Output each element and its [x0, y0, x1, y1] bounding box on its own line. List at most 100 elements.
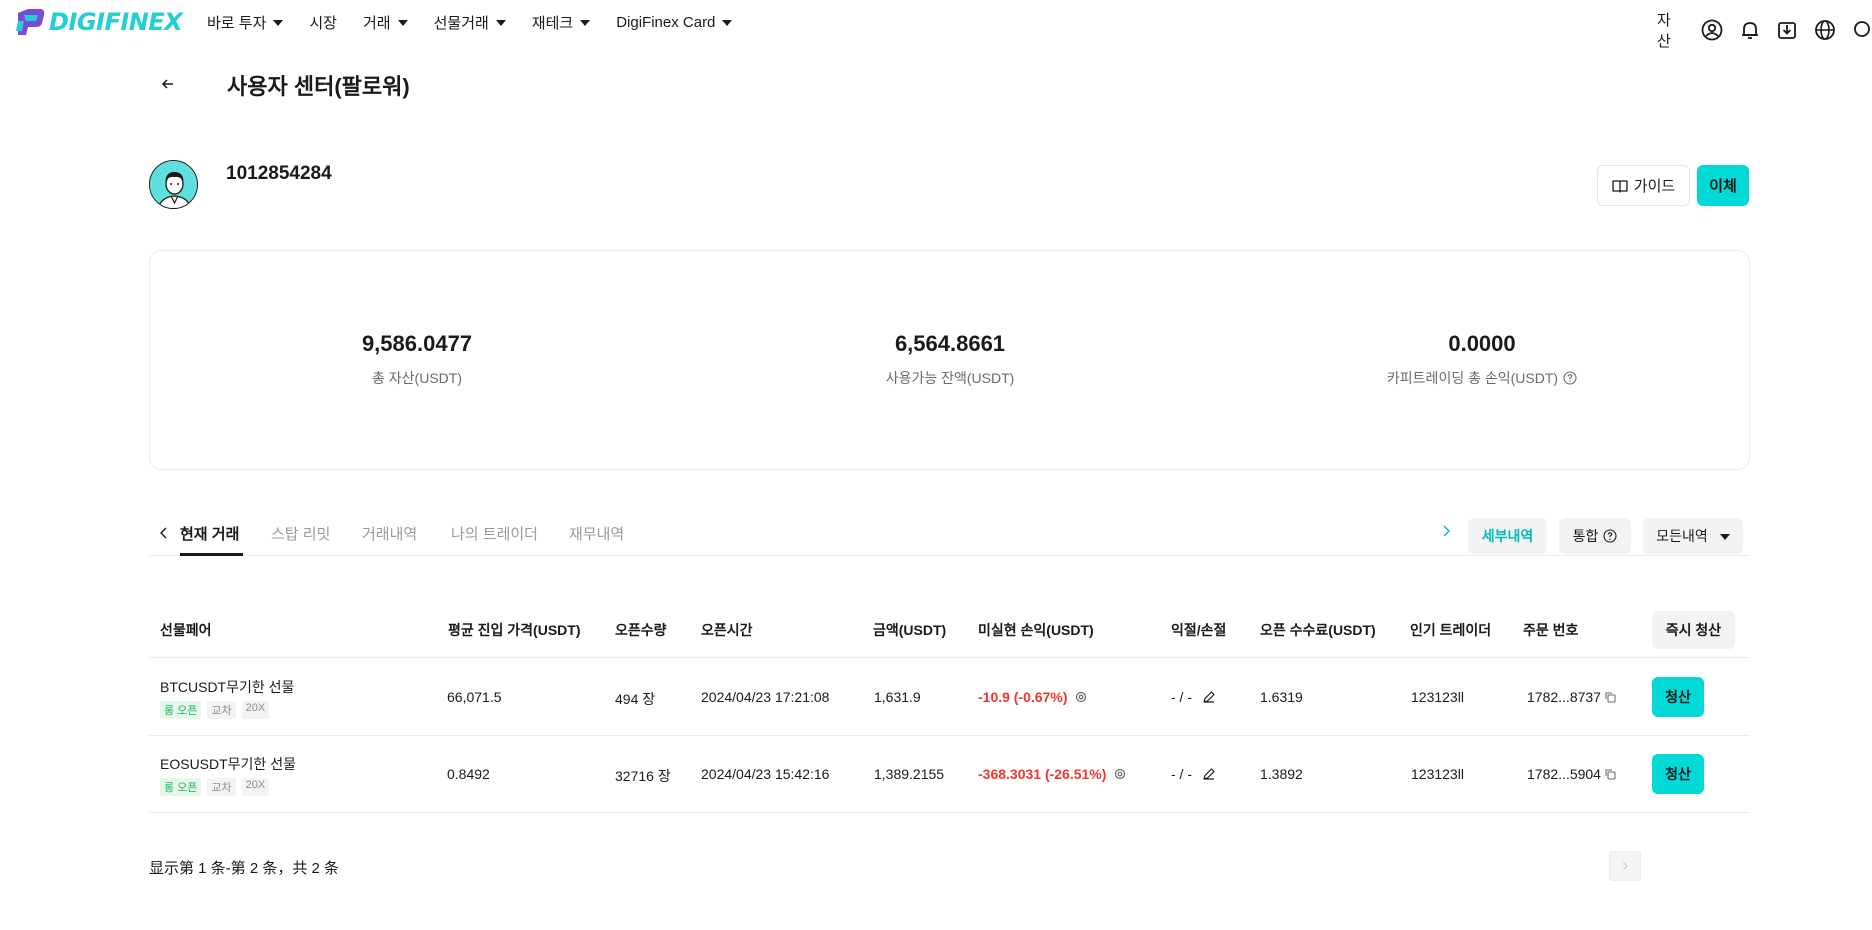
pair-name[interactable]: BTCUSDT무기한 선물	[160, 677, 294, 697]
nav-item-market[interactable]: 시장	[309, 12, 337, 33]
caret-down-icon	[1719, 533, 1730, 540]
avatar	[149, 160, 198, 209]
position-tags: 롱 오픈 교차 20X	[160, 701, 270, 719]
caret-down-icon	[273, 20, 284, 26]
margin-badge: 교차	[207, 778, 236, 796]
tpsl-cell: - / -	[1171, 766, 1216, 782]
order-number: 1782...8737	[1527, 689, 1616, 705]
margin-badge: 교차	[207, 701, 236, 719]
tab-finance-history[interactable]: 재무내역	[569, 523, 624, 544]
share-icon[interactable]	[1114, 768, 1126, 780]
edit-icon[interactable]	[1202, 690, 1216, 704]
asset-summary-card: 9,586.0477 총 자산(USDT) 6,564.8661 사용가능 잔액…	[149, 250, 1750, 470]
col-amount: 금액(USDT)	[873, 622, 947, 638]
caret-down-icon	[495, 20, 506, 26]
open-fee: 1.6319	[1260, 689, 1303, 705]
help-icon[interactable]	[1563, 371, 1577, 385]
detail-view-button[interactable]: 세부내역	[1468, 518, 1547, 554]
total-assets-stat: 9,586.0477 총 자산(USDT)	[217, 331, 617, 388]
col-unrealized-pnl: 미실현 손익(USDT)	[978, 622, 1094, 638]
order-number-value: 1782...8737	[1527, 689, 1601, 705]
nav-item-label: 재테크	[531, 15, 574, 32]
back-arrow-icon[interactable]	[158, 74, 178, 94]
open-fee: 1.3892	[1260, 766, 1303, 782]
col-order-no: 주문 번호	[1523, 622, 1579, 638]
book-icon	[1612, 179, 1628, 193]
tab-my-traders[interactable]: 나의 트레이더	[451, 523, 538, 544]
nav-menu: 바로 투자 시장 거래 선물거래 재테크 DigiFinex Card	[207, 12, 758, 33]
open-time: 2024/04/23 15:42:16	[701, 766, 830, 782]
tpsl-value: - / -	[1171, 766, 1192, 782]
col-open-time: 오픈시간	[701, 622, 753, 638]
total-assets-label: 총 자산(USDT)	[372, 370, 462, 386]
col-avg-price: 평균 진입 가격(USDT)	[448, 622, 581, 638]
nav-item-trade[interactable]: 거래	[363, 12, 408, 33]
nav-item-label: 시장	[309, 15, 337, 32]
tpsl-value: - / -	[1171, 689, 1192, 705]
close-all-button[interactable]: 즉시 청산	[1652, 611, 1735, 649]
user-icon[interactable]	[1700, 17, 1724, 43]
chevron-left-icon[interactable]	[157, 526, 171, 540]
table-row: BTCUSDT무기한 선물 롱 오픈 교차 20X 66,071.5 494 장…	[149, 659, 1750, 736]
edit-icon[interactable]	[1202, 767, 1216, 781]
trader-name[interactable]: 123123ll	[1411, 766, 1464, 782]
tab-current-trades[interactable]: 현재 거래	[180, 523, 239, 544]
pair-name[interactable]: EOSUSDT무기한 선물	[160, 754, 296, 774]
pagination-summary: 显示第 1 条-第 2 条，共 2 条	[149, 860, 340, 877]
pagination: 1	[1609, 851, 1641, 881]
leverage-badge: 20X	[241, 778, 270, 796]
history-filter-value: 모든내역	[1656, 528, 1708, 544]
copy-pnl-label: 카피트레이딩 총 손익(USDT)	[1386, 370, 1559, 386]
trader-name[interactable]: 123123ll	[1411, 689, 1464, 705]
copy-icon[interactable]	[1605, 768, 1616, 780]
nav-item-futures[interactable]: 선물거래	[434, 12, 506, 33]
order-number: 1782...5904	[1527, 766, 1616, 782]
amount: 1,389.2155	[874, 766, 945, 782]
table-row: EOSUSDT무기한 선물 롱 오픈 교차 20X 0.8492 32716 장…	[149, 736, 1750, 813]
history-filter-select[interactable]: 모든내역	[1643, 518, 1743, 554]
avg-price: 0.8492	[447, 766, 490, 782]
chevron-right-icon	[1623, 862, 1628, 870]
copy-icon[interactable]	[1605, 691, 1616, 703]
unrealized-pnl: -10.9 (-0.67%)	[978, 689, 1087, 705]
search-icon[interactable]	[1851, 17, 1872, 43]
close-position-button[interactable]: 청산	[1652, 677, 1704, 717]
digifinex-logo[interactable]: DIGIFINEX	[14, 7, 183, 37]
guide-button-label: 가이드	[1633, 178, 1676, 195]
col-pair: 선물페어	[160, 622, 212, 638]
nav-item-earn[interactable]: 재테크	[531, 12, 591, 33]
open-qty: 494 장	[615, 691, 656, 707]
col-trader: 인기 트레이더	[1410, 622, 1492, 638]
guide-button[interactable]: 가이드	[1597, 165, 1690, 206]
transfer-button[interactable]: 이체	[1697, 165, 1749, 206]
share-icon[interactable]	[1075, 691, 1087, 703]
assets-link[interactable]: 자산	[1657, 9, 1682, 51]
caret-down-icon	[722, 20, 733, 26]
unrealized-pnl-value: -10.9 (-0.67%)	[978, 689, 1068, 705]
next-page-button[interactable]	[1609, 851, 1641, 881]
nav-item-label: DigiFinex Card	[616, 14, 716, 31]
active-tab-indicator	[180, 553, 243, 556]
copy-pnl-stat: 0.0000 카피트레이딩 총 손익(USDT)	[1282, 331, 1682, 388]
open-time: 2024/04/23 17:21:08	[701, 689, 830, 705]
open-qty: 32716 장	[615, 768, 671, 784]
tab-trade-history[interactable]: 거래내역	[362, 523, 417, 544]
bell-icon[interactable]	[1738, 17, 1762, 43]
tpsl-cell: - / -	[1171, 689, 1216, 705]
download-icon[interactable]	[1776, 17, 1800, 43]
total-assets-value: 9,586.0477	[361, 331, 473, 356]
nav-item-label: 선물거래	[433, 15, 489, 32]
available-balance-stat: 6,564.8661 사용가능 잔액(USDT)	[750, 331, 1150, 388]
chevron-right-icon[interactable]	[1439, 524, 1453, 538]
merge-view-button[interactable]: 통합	[1559, 518, 1631, 554]
help-icon	[1603, 529, 1617, 543]
globe-icon[interactable]	[1813, 17, 1837, 43]
user-id: 1012854284	[226, 163, 332, 184]
col-qty: 오픈수량	[615, 622, 667, 638]
tab-stop-limit[interactable]: 스탑 리밋	[271, 523, 330, 544]
nav-item-label: 바로 투자	[207, 15, 267, 32]
close-position-button[interactable]: 청산	[1652, 754, 1704, 794]
nav-item-quick-invest[interactable]: 바로 투자	[207, 12, 284, 33]
nav-item-card[interactable]: DigiFinex Card	[616, 12, 733, 33]
nav-item-label: 거래	[362, 15, 391, 32]
